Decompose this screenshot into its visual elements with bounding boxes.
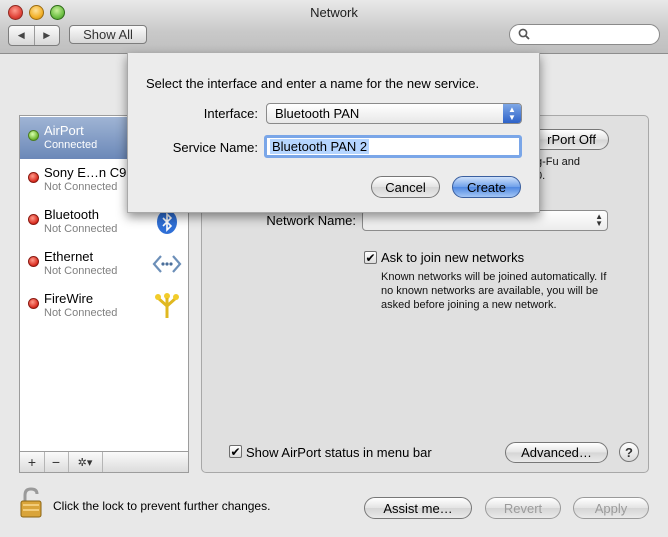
airport-status-text: g-Fu and 0. <box>536 156 581 182</box>
checkmark-icon: ✔ <box>365 250 376 265</box>
service-item-ethernet[interactable]: Ethernet Not Connected <box>20 243 188 285</box>
service-name-input[interactable]: Bluetooth PAN 2 <box>264 135 522 158</box>
search-icon <box>518 28 530 43</box>
ask-to-join-label[interactable]: Ask to join new networks <box>381 250 524 265</box>
service-name: Bluetooth <box>44 207 99 222</box>
gear-menu-button[interactable]: ✲▾ <box>68 452 103 472</box>
service-name: AirPort <box>44 123 84 138</box>
lock-icon[interactable] <box>19 487 45 519</box>
show-airport-status-label[interactable]: Show AirPort status in menu bar <box>246 445 432 460</box>
back-arrow-icon[interactable]: ◀ <box>9 26 35 45</box>
status-dot-disconnected-icon <box>28 172 39 183</box>
status-dot-disconnected-icon <box>28 214 39 225</box>
service-name: FireWire <box>44 291 94 306</box>
back-forward-control[interactable]: ◀ ▶ <box>8 25 60 46</box>
assist-me-button[interactable]: Assist me… <box>364 497 472 519</box>
window-titlebar: Network ◀ ▶ Show All <box>0 0 668 54</box>
show-airport-status-checkbox[interactable]: ✔ <box>229 445 242 458</box>
window-title: Network <box>310 5 358 20</box>
service-status: Not Connected <box>44 223 118 235</box>
advanced-button[interactable]: Advanced… <box>505 442 608 463</box>
cancel-button[interactable]: Cancel <box>371 176 440 198</box>
status-dot-connected-icon <box>28 130 39 141</box>
network-name-popup[interactable]: ▲ ▼ <box>362 210 608 231</box>
status-dot-disconnected-icon <box>28 256 39 267</box>
show-all-button[interactable]: Show All <box>69 25 147 44</box>
service-status: Not Connected <box>44 265 118 277</box>
service-status: Not Connected <box>44 181 118 193</box>
firewire-icon <box>152 291 182 321</box>
service-name-label: Service Name: <box>172 140 258 155</box>
forward-arrow-icon[interactable]: ▶ <box>35 26 60 45</box>
interface-popup[interactable]: Bluetooth PAN ▲ ▼ <box>266 103 522 124</box>
service-item-firewire[interactable]: FireWire Not Connected <box>20 285 188 327</box>
service-list-toolbar: + − ✲▾ <box>19 451 189 473</box>
service-status: Connected <box>44 139 98 151</box>
service-name-value: Bluetooth PAN 2 <box>270 139 370 154</box>
revert-button[interactable]: Revert <box>485 497 561 519</box>
remove-service-button[interactable]: − <box>44 452 69 472</box>
create-button[interactable]: Create <box>452 176 521 198</box>
service-status: Not Connected <box>44 307 118 319</box>
ask-to-join-checkbox[interactable]: ✔ <box>364 251 377 264</box>
search-field[interactable] <box>509 24 660 45</box>
status-dot-disconnected-icon <box>28 298 39 309</box>
checkmark-icon: ✔ <box>230 444 241 459</box>
service-name: Sony E…n C9 <box>44 165 127 180</box>
interface-value: Bluetooth PAN <box>275 106 360 121</box>
help-button[interactable]: ? <box>619 442 639 462</box>
sheet-prompt: Select the interface and enter a name fo… <box>146 76 480 91</box>
add-service-button[interactable]: + <box>20 452 45 472</box>
known-networks-description: Known networks will be joined automatica… <box>381 271 607 311</box>
ethernet-icon <box>152 249 182 279</box>
network-name-label: Network Name: <box>266 213 356 228</box>
popup-arrows-icon: ▲ ▼ <box>595 212 603 228</box>
lock-message: Click the lock to prevent further change… <box>53 499 271 513</box>
apply-button[interactable]: Apply <box>573 497 649 519</box>
popup-arrows-icon: ▲ ▼ <box>503 104 521 123</box>
service-name: Ethernet <box>44 249 94 264</box>
interface-label: Interface: <box>203 106 258 121</box>
new-service-sheet: Select the interface and enter a name fo… <box>127 53 540 213</box>
